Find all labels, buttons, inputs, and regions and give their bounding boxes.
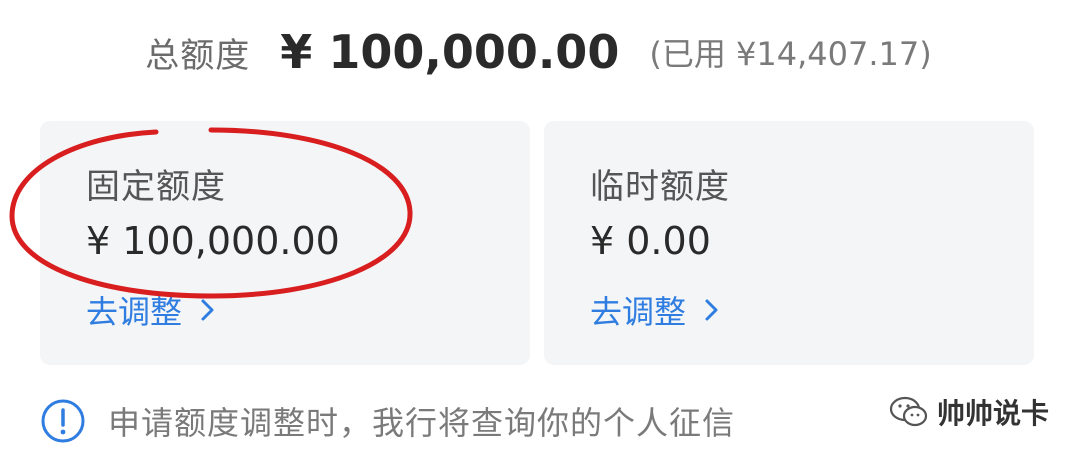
temporary-limit-title: 临时额度 — [590, 167, 730, 207]
total-limit-label: 总额度 — [145, 35, 251, 76]
watermark-text: 帅帅说卡 — [936, 397, 1049, 430]
adjust-temporary-limit-link[interactable]: 去调整 — [590, 287, 724, 333]
fixed-limit-card: 固定额度 ¥ 100,000.00 去调整 — [40, 121, 530, 365]
wechat-icon — [889, 396, 928, 427]
credit-limit-page: 总额度 ¥ 100,000.00 (已用 ¥14,407.17) 固定额度 ¥ … — [0, 0, 1077, 460]
credit-check-notice: 申请额度调整时，我行将查询你的个人征信 — [40, 396, 735, 446]
adjust-temporary-limit-label: 去调整 — [590, 293, 687, 331]
watermark: 帅帅说卡 — [889, 392, 1049, 432]
total-limit-row: 总额度 ¥ 100,000.00 (已用 ¥14,407.17) — [0, 24, 1077, 80]
used-amount-text: (已用 ¥14,407.17) — [649, 35, 932, 73]
temporary-limit-card: 临时额度 ¥ 0.00 去调整 — [544, 121, 1034, 365]
adjust-fixed-limit-link[interactable]: 去调整 — [86, 287, 220, 333]
info-circle-icon — [41, 399, 85, 443]
notice-text: 申请额度调整时，我行将查询你的个人征信 — [108, 404, 736, 442]
total-limit-amount: ¥ 100,000.00 — [280, 25, 620, 79]
fixed-limit-amount: ¥ 100,000.00 — [86, 219, 340, 263]
chevron-right-icon — [705, 299, 718, 321]
temporary-limit-amount: ¥ 0.00 — [590, 219, 711, 263]
chevron-right-icon — [201, 299, 214, 321]
adjust-fixed-limit-label: 去调整 — [86, 293, 183, 331]
fixed-limit-title: 固定额度 — [86, 167, 226, 207]
